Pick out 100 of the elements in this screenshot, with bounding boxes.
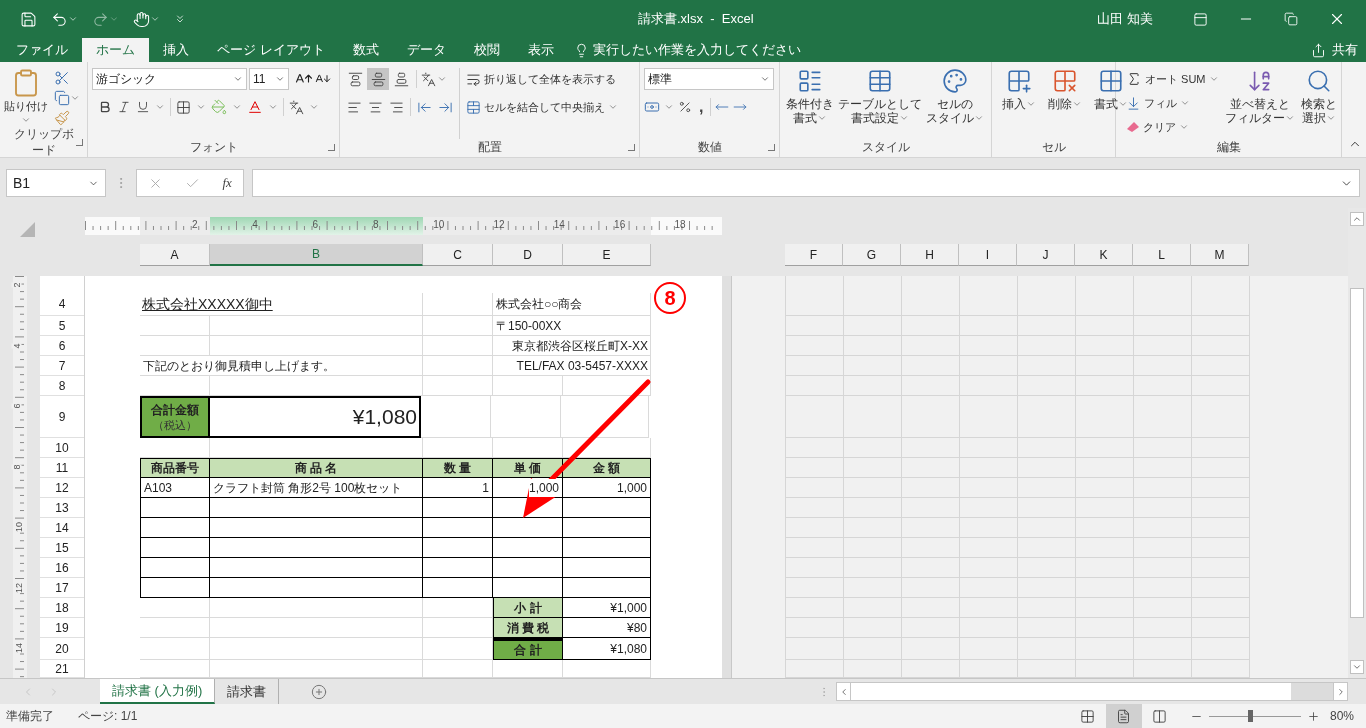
- undo-icon[interactable]: [51, 10, 68, 28]
- scissors-icon[interactable]: [54, 70, 70, 86]
- column-header[interactable]: C: [423, 244, 493, 266]
- tell-me-field[interactable]: 実行したい作業を入力してください: [573, 38, 801, 62]
- column-header[interactable]: F: [785, 244, 843, 266]
- ribbon-tab[interactable]: 表示: [513, 38, 568, 62]
- comma-style-button[interactable]: ,: [696, 99, 707, 115]
- caret-icon[interactable]: [1072, 99, 1082, 109]
- horizontal-scrollbar[interactable]: [836, 682, 1348, 701]
- paintbrush-icon[interactable]: [54, 110, 70, 126]
- copy-icon[interactable]: [54, 90, 70, 106]
- formula-input[interactable]: [252, 169, 1360, 197]
- caret-icon[interactable]: [1284, 113, 1295, 123]
- underline-icon[interactable]: [136, 100, 150, 114]
- column-header[interactable]: A: [140, 244, 210, 266]
- column-header[interactable]: G: [843, 244, 901, 266]
- customize-icon[interactable]: [174, 13, 186, 25]
- paste-button[interactable]: 貼り付け: [4, 68, 48, 126]
- percent-icon[interactable]: [678, 100, 692, 114]
- zoom-in-icon[interactable]: [1306, 709, 1320, 723]
- sort-filter-button[interactable]: 並べ替えと フィルター: [1222, 68, 1297, 139]
- caret-icon[interactable]: [68, 14, 78, 24]
- caret-icon[interactable]: [233, 74, 243, 84]
- row-number[interactable]: 17: [40, 578, 84, 598]
- column-header[interactable]: M: [1191, 244, 1249, 266]
- caret-icon[interactable]: [1180, 98, 1190, 108]
- row-number[interactable]: 12: [40, 478, 84, 498]
- caret-icon[interactable]: [150, 14, 160, 24]
- currency-icon[interactable]: [644, 99, 660, 115]
- zoom-slider[interactable]: [1208, 710, 1301, 722]
- row-number[interactable]: 7: [40, 356, 84, 376]
- caret-icon[interactable]: [1118, 99, 1128, 109]
- ribbon-tab[interactable]: 数式: [338, 38, 393, 62]
- borders-icon[interactable]: [176, 99, 191, 115]
- row-number[interactable]: 18: [40, 598, 84, 618]
- row-number[interactable]: 4: [40, 293, 84, 316]
- ribbon-tab[interactable]: ファイル: [2, 38, 82, 62]
- save-icon[interactable]: [20, 10, 37, 28]
- bold-icon[interactable]: [98, 100, 112, 114]
- caret-icon[interactable]: [70, 93, 80, 103]
- caret-icon[interactable]: [196, 102, 206, 112]
- insert-button[interactable]: 挿入: [1000, 68, 1038, 139]
- merge-center-button[interactable]: セルを結合して中央揃え: [466, 96, 618, 118]
- ribbon-tab[interactable]: 挿入: [149, 38, 203, 62]
- ribbon-display-icon[interactable]: [1193, 11, 1208, 27]
- caret-icon[interactable]: [155, 102, 165, 112]
- row-number[interactable]: 14: [40, 518, 84, 538]
- row-number[interactable]: 8: [40, 376, 84, 396]
- dialog-launcher-icon[interactable]: [76, 138, 83, 146]
- touch-mode-icon[interactable]: [133, 10, 150, 28]
- find-select-button[interactable]: 検索と 選択: [1298, 68, 1339, 139]
- row-number[interactable]: 9: [40, 396, 84, 438]
- wrap-text-button[interactable]: 折り返して全体を表示する: [466, 68, 618, 90]
- cell-styles-button[interactable]: セルの スタイル: [924, 68, 986, 139]
- name-box[interactable]: B1: [6, 169, 106, 197]
- redo-icon[interactable]: [92, 10, 109, 28]
- caret-icon[interactable]: [608, 102, 618, 112]
- share-button[interactable]: 共有: [1311, 38, 1366, 62]
- select-all-corner[interactable]: [20, 221, 35, 237]
- zoom-slider-thumb[interactable]: [1248, 710, 1254, 722]
- ribbon-tab[interactable]: 校閲: [459, 38, 514, 62]
- column-header[interactable]: K: [1075, 244, 1133, 266]
- column-header[interactable]: E: [563, 244, 651, 266]
- font-name-field[interactable]: 游ゴシック: [92, 68, 247, 90]
- caret-icon[interactable]: [1179, 122, 1189, 132]
- ribbon-tab[interactable]: データ: [392, 38, 460, 62]
- dialog-launcher-icon[interactable]: [328, 143, 335, 151]
- ribbon-tab[interactable]: ホーム: [82, 38, 149, 62]
- row-number[interactable]: 11: [40, 458, 84, 478]
- caret-icon[interactable]: [664, 102, 674, 112]
- vertical-align-button[interactable]: [367, 68, 389, 90]
- caret-icon[interactable]: [899, 113, 909, 123]
- row-number[interactable]: 16: [40, 558, 84, 578]
- caret-icon[interactable]: [232, 102, 242, 112]
- scroll-up-icon[interactable]: [1352, 214, 1362, 224]
- column-header[interactable]: D: [493, 244, 563, 266]
- conditional-format-button[interactable]: 条件付き 書式: [784, 68, 836, 139]
- row-number[interactable]: 13: [40, 498, 84, 518]
- fill-color-icon[interactable]: [211, 99, 227, 115]
- row-number[interactable]: 20: [40, 638, 84, 660]
- ribbon-tab[interactable]: ページ レイアウト: [203, 38, 339, 62]
- caret-icon[interactable]: [974, 113, 984, 123]
- row-number[interactable]: 5: [40, 316, 84, 336]
- caret-icon[interactable]: [268, 102, 278, 112]
- restore-icon[interactable]: [1284, 12, 1298, 26]
- italic-icon[interactable]: [117, 100, 131, 114]
- caret-icon[interactable]: [760, 74, 770, 84]
- row-number[interactable]: 6: [40, 336, 84, 356]
- sheet-tab[interactable]: 請求書 (入力例): [100, 679, 216, 704]
- format-as-table-button[interactable]: テーブルとして 書式設定: [836, 68, 924, 139]
- caret-icon[interactable]: [1026, 99, 1036, 109]
- add-sheet-icon[interactable]: [311, 683, 328, 700]
- column-header[interactable]: B: [210, 244, 423, 266]
- column-header[interactable]: H: [901, 244, 959, 266]
- align-center-icon[interactable]: [368, 99, 383, 115]
- align-left-icon[interactable]: [347, 99, 362, 115]
- dialog-launcher-icon[interactable]: [628, 143, 635, 151]
- row-number[interactable]: 19: [40, 618, 84, 638]
- caret-icon[interactable]: [1208, 74, 1219, 84]
- caret-icon[interactable]: [437, 74, 447, 84]
